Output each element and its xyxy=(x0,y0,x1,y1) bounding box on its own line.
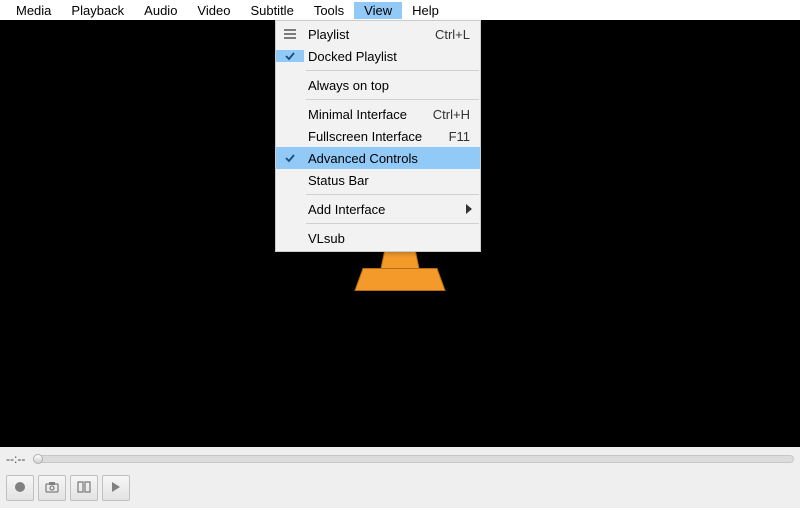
menu-item-fullscreen-interface[interactable]: Fullscreen Interface F11 xyxy=(276,125,480,147)
loop-ab-button[interactable] xyxy=(70,475,98,501)
menu-item-label: Advanced Controls xyxy=(304,151,470,166)
menu-item-vlsub[interactable]: VLsub xyxy=(276,227,480,249)
time-elapsed: --:-- xyxy=(6,452,25,466)
menu-item-docked-playlist[interactable]: Docked Playlist xyxy=(276,45,480,67)
menu-item-label: Minimal Interface xyxy=(304,107,433,122)
menu-item-shortcut: Ctrl+H xyxy=(433,107,480,122)
menu-item-label: Playlist xyxy=(304,27,435,42)
controls-area: --:-- xyxy=(0,447,800,508)
menu-item-playlist[interactable]: Playlist Ctrl+L xyxy=(276,23,480,45)
chevron-right-icon xyxy=(466,202,472,217)
seek-row: --:-- xyxy=(0,447,800,471)
menu-item-label: Add Interface xyxy=(304,202,480,217)
menu-item-shortcut: Ctrl+L xyxy=(435,27,480,42)
menu-subtitle[interactable]: Subtitle xyxy=(240,2,303,19)
menu-separator xyxy=(306,194,479,195)
check-icon xyxy=(276,152,304,164)
menu-audio[interactable]: Audio xyxy=(134,2,187,19)
snapshot-icon xyxy=(45,481,59,496)
record-button[interactable] xyxy=(6,475,34,501)
menu-separator xyxy=(306,223,479,224)
playlist-icon xyxy=(276,29,304,39)
menu-item-shortcut: F11 xyxy=(449,129,480,144)
menu-separator xyxy=(306,99,479,100)
menu-item-label: Fullscreen Interface xyxy=(304,129,449,144)
menu-item-label: VLsub xyxy=(304,231,470,246)
menu-view[interactable]: View xyxy=(354,2,402,19)
menu-item-label: Docked Playlist xyxy=(304,49,470,64)
record-icon xyxy=(14,481,26,496)
menu-item-advanced-controls[interactable]: Advanced Controls xyxy=(276,147,480,169)
seek-knob[interactable] xyxy=(33,454,43,464)
menu-item-always-on-top[interactable]: Always on top xyxy=(276,74,480,96)
menu-item-label: Status Bar xyxy=(304,173,470,188)
snapshot-button[interactable] xyxy=(38,475,66,501)
menu-item-label: Always on top xyxy=(304,78,470,93)
menu-video[interactable]: Video xyxy=(187,2,240,19)
seek-slider[interactable] xyxy=(33,455,794,463)
frame-step-icon xyxy=(110,481,122,496)
menu-separator xyxy=(306,70,479,71)
advanced-controls-row xyxy=(0,471,800,505)
menu-tools[interactable]: Tools xyxy=(304,2,354,19)
menu-item-status-bar[interactable]: Status Bar xyxy=(276,169,480,191)
menu-media[interactable]: Media xyxy=(6,2,61,19)
menu-item-minimal-interface[interactable]: Minimal Interface Ctrl+H xyxy=(276,103,480,125)
menu-playback[interactable]: Playback xyxy=(61,2,134,19)
check-icon xyxy=(276,50,304,62)
view-dropdown: Playlist Ctrl+L Docked Playlist Always o… xyxy=(275,20,481,252)
menubar: Media Playback Audio Video Subtitle Tool… xyxy=(0,0,800,20)
frame-step-button[interactable] xyxy=(102,475,130,501)
menu-item-add-interface[interactable]: Add Interface xyxy=(276,198,480,220)
menu-help[interactable]: Help xyxy=(402,2,449,19)
loop-icon xyxy=(77,481,91,496)
